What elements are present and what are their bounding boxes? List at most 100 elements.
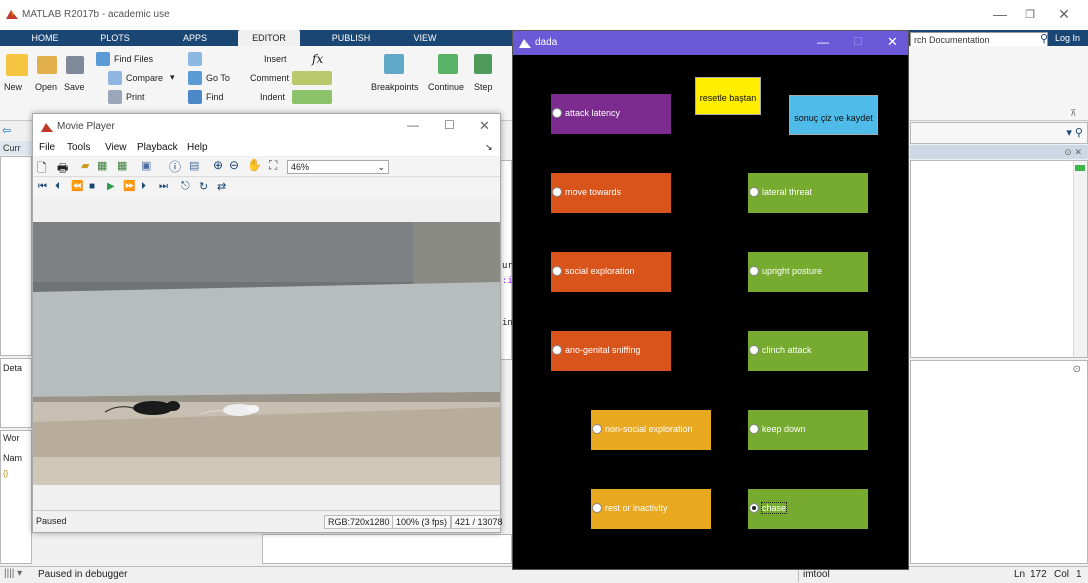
play-icon[interactable]: ▶ (107, 181, 115, 192)
back-arrow-icon[interactable]: ⇦ (2, 124, 11, 137)
open-button[interactable]: Open (35, 82, 57, 92)
behavior-keep-down[interactable]: keep down (748, 410, 868, 450)
status-grip-icon[interactable]: |||| ▾ (4, 568, 22, 579)
right-editor-panel[interactable] (910, 160, 1088, 358)
close-icon[interactable]: ✕ (887, 34, 898, 50)
go-to-last-icon[interactable]: ⏭ (159, 181, 168, 192)
new-icon[interactable] (6, 54, 28, 76)
comment-tools-icon[interactable] (292, 71, 332, 85)
tab-plots[interactable]: PLOTS (90, 30, 140, 46)
radio-button[interactable] (749, 187, 759, 197)
minimize-icon[interactable]: — (990, 6, 1010, 22)
pan-hand-icon[interactable]: ✋ (247, 158, 262, 172)
menu-tools[interactable]: Tools (67, 142, 90, 153)
new-button[interactable]: New (4, 82, 22, 92)
behavior-clinch-attack[interactable]: clinch attack (748, 331, 868, 371)
maximize-icon[interactable]: ☐ (853, 35, 863, 48)
behavior-non-social-exploration[interactable]: non-social exploration (591, 410, 711, 450)
behavior-attack-latency[interactable]: attack latency (551, 94, 671, 134)
radio-button[interactable] (552, 266, 562, 276)
breakpoints-button[interactable]: Breakpoints (371, 82, 419, 92)
continue-icon[interactable] (438, 54, 458, 74)
stop-icon[interactable]: ■ (89, 181, 95, 192)
chevron-down-icon[interactable]: ▾ (170, 72, 175, 83)
step-forward-icon[interactable]: ⏵ (141, 181, 146, 192)
function-fx-icon[interactable]: fx (312, 52, 323, 66)
behavior-rest-or-inactivity[interactable]: rest or inactivity (591, 489, 711, 529)
panel-close-icon[interactable]: ⊙ ✕ (1064, 145, 1082, 159)
search-icon[interactable]: ⚲ (1040, 32, 1048, 45)
open-folder-icon[interactable] (37, 56, 57, 74)
go-to-button[interactable]: Go To (206, 73, 230, 83)
editor-text-area[interactable]: ur :i in (500, 160, 513, 360)
go-to-first-icon[interactable]: ⏮ (38, 181, 47, 192)
behavior-upright-posture[interactable]: upright posture (748, 252, 868, 292)
frame-rate-icon[interactable]: ▣ (141, 159, 151, 172)
behavior-social-exploration[interactable]: social exploration (551, 252, 671, 292)
zoom-in-icon[interactable]: ⊕ (213, 158, 223, 172)
radio-button[interactable] (592, 503, 602, 513)
tab-view[interactable]: VIEW (400, 30, 450, 46)
fit-window-icon[interactable]: ⛶ (269, 158, 277, 173)
close-icon[interactable]: ✕ (479, 118, 490, 134)
radio-button[interactable] (552, 345, 562, 355)
save-results-button[interactable]: sonuç çiz ve kaydet (789, 95, 878, 135)
behavior-lateral-threat[interactable]: lateral threat (748, 173, 868, 213)
step-icon[interactable] (474, 54, 492, 74)
indent-tools-icon[interactable] (292, 90, 332, 104)
find-button[interactable]: Find (206, 92, 224, 102)
radio-button[interactable] (749, 266, 759, 276)
video-frame[interactable] (33, 222, 500, 485)
breakpoints-icon[interactable] (384, 54, 404, 74)
menu-playback[interactable]: Playback (137, 142, 178, 153)
radio-button[interactable] (749, 345, 759, 355)
back-forward-icon[interactable] (188, 52, 202, 66)
menu-help[interactable]: Help (187, 142, 208, 153)
radio-button[interactable] (592, 424, 602, 434)
menu-file[interactable]: File (39, 142, 55, 153)
restore-icon[interactable]: ❐ (1020, 8, 1040, 21)
collapse-ribbon-icon[interactable]: ⊼ (1070, 108, 1077, 119)
print-icon[interactable]: 🖶 (57, 159, 68, 180)
chevron-down-icon[interactable]: ⌄ (377, 161, 385, 173)
address-search-icon[interactable]: ▾ ⚲ (1066, 126, 1083, 139)
tab-apps[interactable]: APPS (170, 30, 220, 46)
export-icon[interactable]: ▦ (97, 159, 107, 172)
continue-button[interactable]: Continue (428, 82, 464, 92)
rewind-icon[interactable]: ⏪ (71, 181, 83, 192)
radio-button[interactable] (749, 424, 759, 434)
tab-home[interactable]: HOME (20, 30, 70, 46)
tab-publish[interactable]: PUBLISH (320, 30, 382, 46)
variable-icon[interactable]: {} (3, 469, 8, 478)
info-icon[interactable]: ⓘ (169, 158, 181, 175)
jump-to-icon[interactable]: ⎋ (181, 180, 190, 193)
maximize-icon[interactable]: ☐ (444, 118, 455, 132)
fast-forward-icon[interactable]: ⏩ (123, 181, 135, 192)
vertical-scrollbar[interactable] (1073, 161, 1087, 357)
expand-icon[interactable]: ⊙ (1073, 364, 1081, 375)
open-folder-icon[interactable]: ▰ (81, 159, 89, 172)
dock-arrow-icon[interactable]: ↘ (485, 142, 493, 153)
radio-button-selected[interactable] (749, 503, 759, 513)
step-back-icon[interactable]: ⏴ (55, 181, 60, 192)
print-button[interactable]: Print (126, 92, 145, 102)
comment-button[interactable]: Comment (250, 73, 289, 83)
find-files-button[interactable]: Find Files (114, 54, 153, 64)
back-nav[interactable]: ⇦ (0, 122, 18, 140)
save-icon[interactable] (66, 56, 84, 74)
address-bar[interactable]: ▾ ⚲ (910, 122, 1088, 144)
new-window-icon[interactable]: 🗋 (37, 159, 47, 180)
compare-button[interactable]: Compare (126, 73, 163, 83)
minimize-icon[interactable]: — (817, 35, 829, 49)
behavior-chase[interactable]: chase (748, 489, 868, 529)
close-icon[interactable]: ✕ (1054, 6, 1074, 23)
step-button[interactable]: Step (474, 82, 493, 92)
loop-icon[interactable]: ↻ (199, 180, 208, 193)
radio-button[interactable] (552, 108, 562, 118)
reset-button[interactable]: resetle baştan (695, 77, 761, 115)
save-button[interactable]: Save (64, 82, 85, 92)
zoom-dropdown[interactable]: 46% ⌄ (287, 160, 389, 174)
zoom-out-icon[interactable]: ⊖ (229, 158, 239, 172)
radio-button[interactable] (552, 187, 562, 197)
tab-editor[interactable]: EDITOR (238, 30, 300, 46)
